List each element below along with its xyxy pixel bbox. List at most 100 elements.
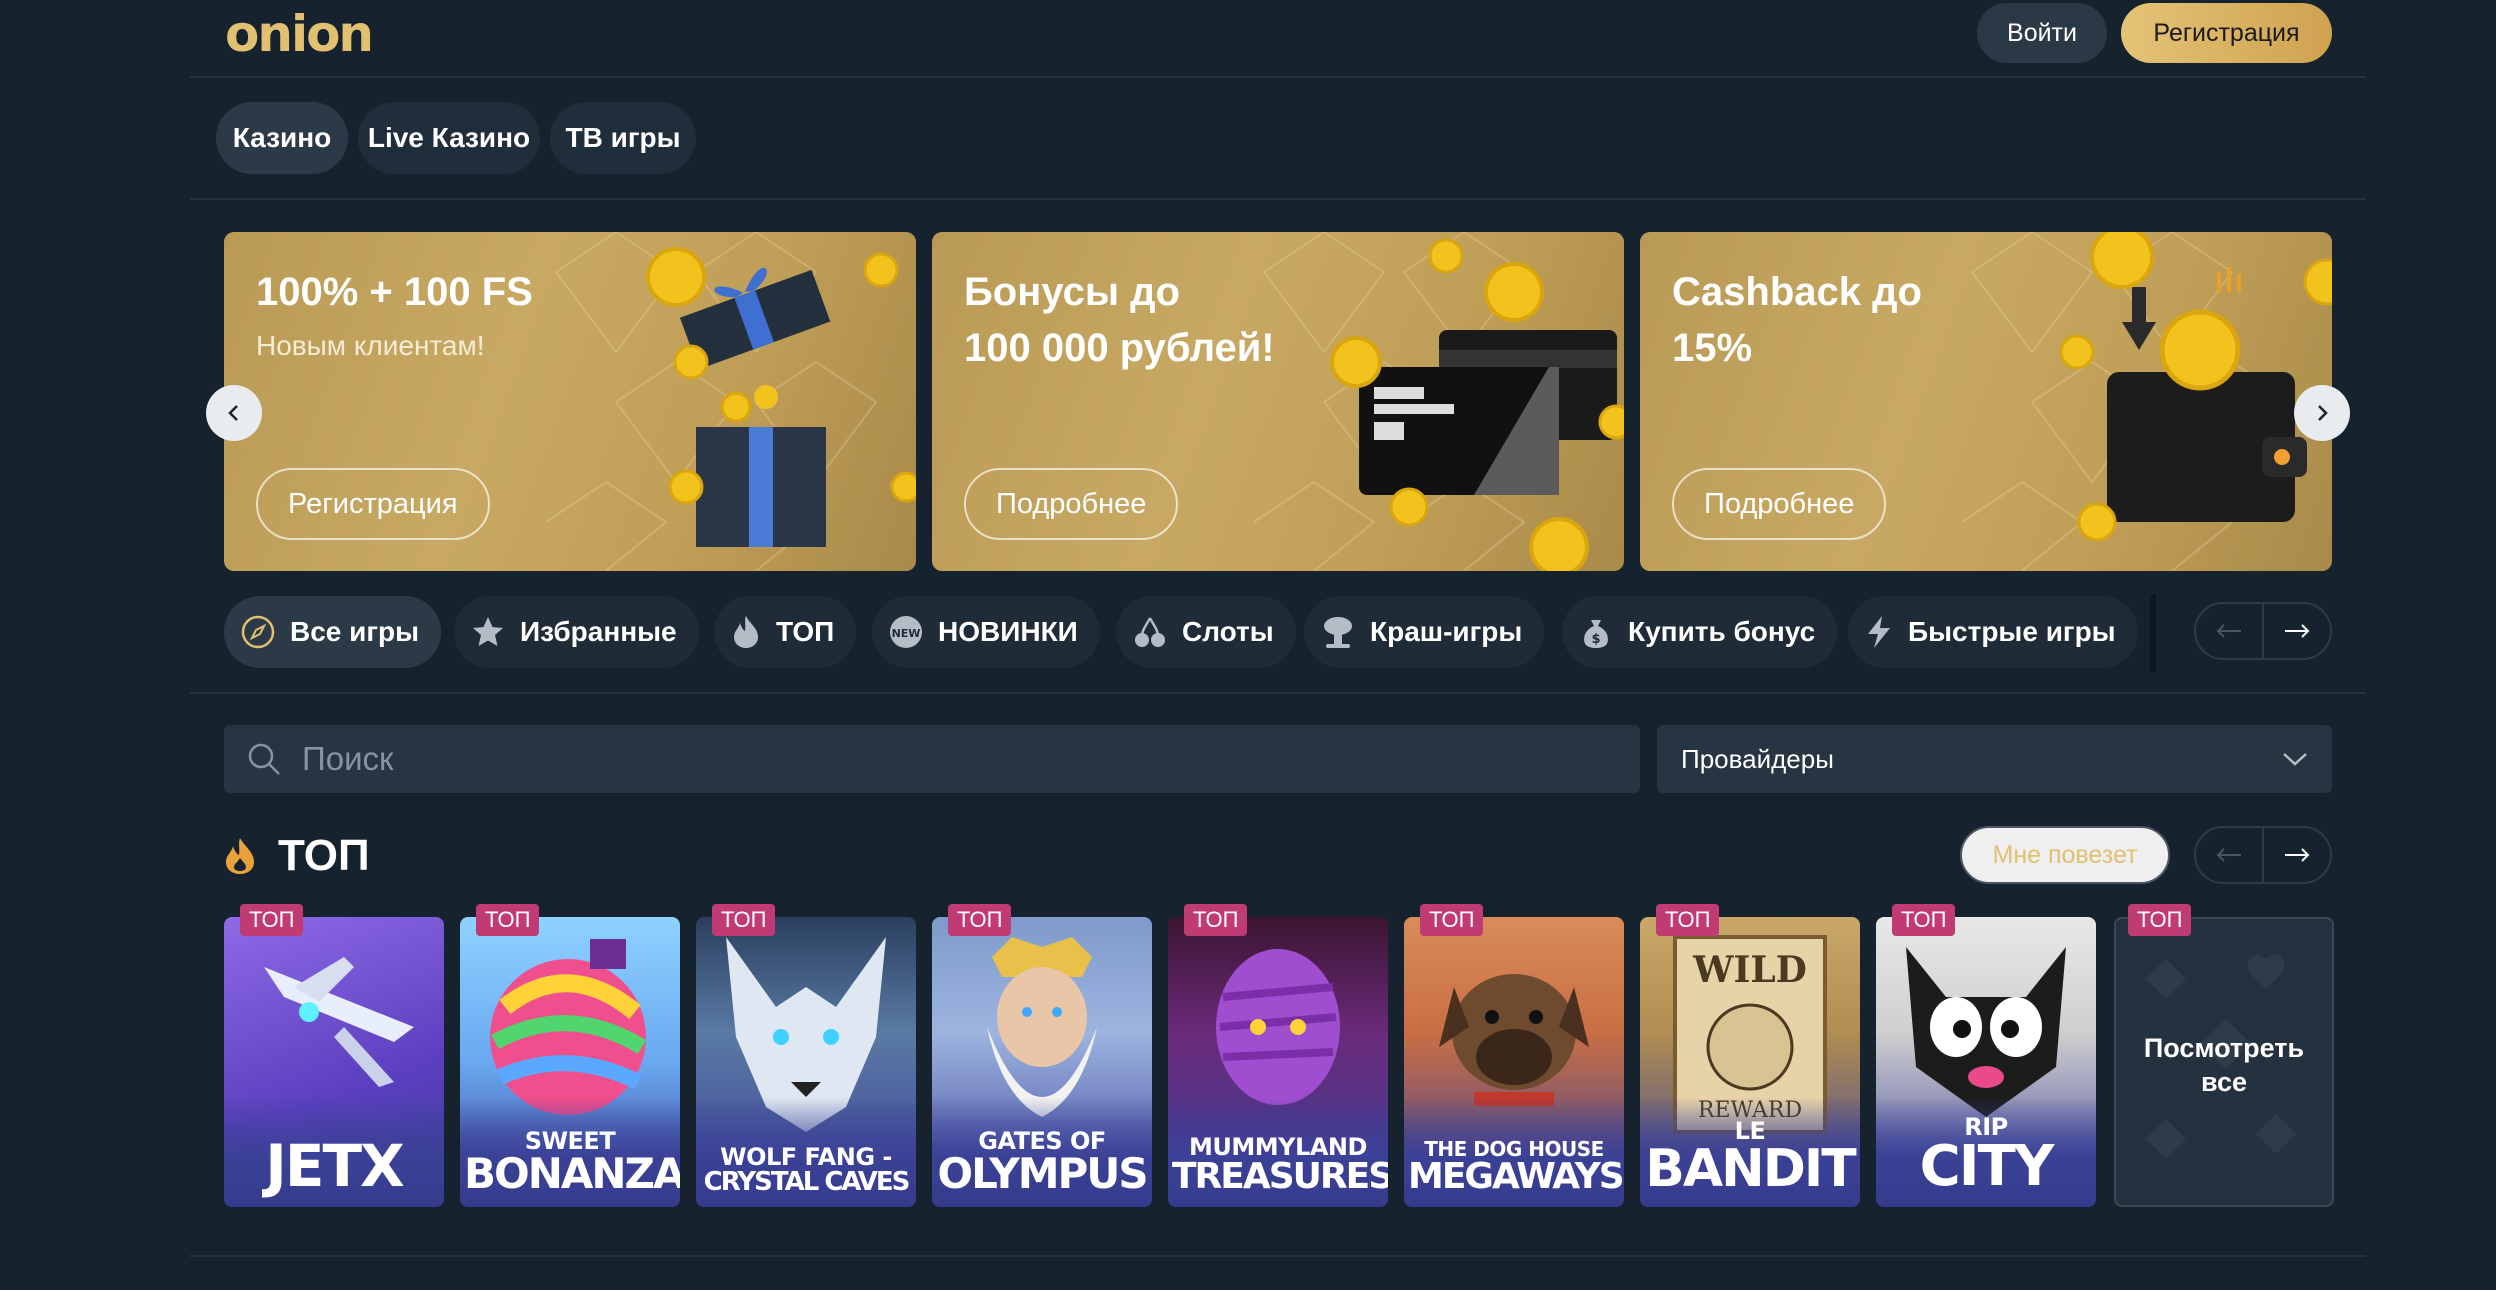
category-bar: Все игры Избранные ТОП NEW НОВИНКИ Слоты… (190, 590, 2366, 694)
divider (190, 1255, 2366, 1257)
game-tile[interactable]: THE DOG HOUSE MEGAWAYS (1404, 917, 1624, 1207)
category-top[interactable]: ТОП (714, 596, 857, 668)
tab-tv-games[interactable]: ТВ игры (550, 102, 696, 174)
banner-subtitle: Новым клиентам! (256, 330, 485, 361)
game-tile[interactable]: JETX (224, 917, 444, 1207)
star-icon (473, 617, 503, 646)
chevron-left-icon (228, 405, 238, 421)
games-scroll-controls (2194, 826, 2332, 884)
tab-live-casino[interactable]: Live Казино (358, 102, 540, 174)
category-next-button[interactable] (2264, 604, 2330, 658)
banner-title: Cashback до 15% (1672, 270, 1922, 370)
search-icon (248, 743, 280, 775)
top-tabs: Казино Live Казино ТВ игры (190, 78, 2366, 200)
banner-welcome[interactable]: 100% + 100 FS Новым клиентам! Регистраци… (224, 232, 916, 571)
game-tile[interactable]: GATES OF OLYMPUS (932, 917, 1152, 1207)
category-label: Быстрые игры (1908, 616, 2116, 647)
section-title-text: ТОП (278, 831, 370, 880)
svg-text:NEW: NEW (892, 627, 921, 640)
carousel-prev-button[interactable] (206, 385, 262, 441)
wallet-icon (2059, 232, 2332, 542)
top-badge: ТОП (2128, 904, 2192, 936)
explosion-icon (1324, 617, 1352, 648)
arrow-right-icon (2285, 624, 2310, 638)
game-title: LE BANDIT (1645, 1117, 1856, 1199)
category-label: Купить бонус (1628, 616, 1816, 647)
top-badge: ТОП (476, 904, 540, 936)
banner-cashback[interactable]: Cashback до 15% Подробнее (1640, 232, 2332, 571)
cards-icon (1330, 238, 1624, 571)
game-tile[interactable]: WOLF FANG - CRYSTAL CAVES (696, 917, 916, 1207)
category-all-games[interactable]: Все игры (224, 596, 442, 668)
section-title: ТОП (224, 822, 370, 890)
providers-label: Провайдеры (1681, 743, 1834, 774)
view-all-tile[interactable]: Посмотреть все (2114, 917, 2334, 1207)
games-next-button[interactable] (2264, 828, 2330, 882)
banner-register-button[interactable]: Регистрация (256, 468, 490, 540)
chevron-right-icon (2318, 405, 2328, 421)
top-badge: ТОП (240, 904, 304, 936)
top-badge: ТОП (712, 904, 776, 936)
cherry-icon (1135, 617, 1165, 647)
top-badge: ТОП (1184, 904, 1248, 936)
game-title: SWEET BONANZA (464, 1127, 680, 1198)
game-tile[interactable]: WILDREWARD LEBANDIT (1640, 917, 1860, 1207)
game-title: RIP CITY (1919, 1113, 2055, 1199)
banner-title: 100% + 100 FS (256, 270, 533, 314)
category-favorites[interactable]: Избранные (454, 596, 699, 668)
banner-title: Бонусы до 100 000 рублей! (964, 270, 1275, 370)
arrow-left-icon (2216, 624, 2241, 638)
category-scroll-edge (2150, 594, 2156, 672)
page: onion Войти Регистрация Казино Live Кази… (190, 0, 2366, 1290)
top-badge: ТОП (1892, 904, 1956, 936)
category-scroll-controls (2194, 602, 2332, 660)
logo-text: onion (225, 5, 374, 63)
category-crash-games[interactable]: Краш-игры (1304, 596, 1545, 668)
banner-more-button[interactable]: Подробнее (964, 468, 1179, 540)
category-label: НОВИНКИ (938, 616, 1078, 647)
login-button[interactable]: Войти (1977, 3, 2107, 63)
money-bag-icon: $ (1584, 620, 1608, 648)
category-fast-games[interactable]: Быстрые игры (1848, 596, 2138, 668)
chevron-down-icon (2283, 753, 2307, 766)
view-all-label: Посмотреть все (2143, 1033, 2305, 1097)
gift-icon (646, 247, 916, 547)
header: onion Войти Регистрация (190, 0, 2366, 78)
arrow-right-icon (2285, 848, 2310, 862)
search-bar (224, 725, 1640, 793)
arrow-left-icon (2216, 848, 2241, 862)
logo[interactable]: onion (225, 5, 374, 63)
top-badge: ТОП (1420, 904, 1484, 936)
game-title: JETX (265, 1132, 404, 1200)
carousel-next-button[interactable] (2294, 385, 2350, 441)
category-label: Все игры (290, 616, 420, 647)
category-prev-button[interactable] (2196, 604, 2262, 658)
game-tile[interactable]: SWEET BONANZA (460, 917, 680, 1207)
category-label: Краш-игры (1370, 616, 1523, 647)
svg-text:$: $ (1591, 632, 1600, 647)
lucky-button[interactable]: Мне повезет (1960, 826, 2170, 884)
register-button[interactable]: Регистрация (2121, 3, 2332, 63)
category-new[interactable]: NEW НОВИНКИ (872, 596, 1100, 668)
banner-bonuses[interactable]: Бонусы до 100 000 рублей! Подробнее (932, 232, 1624, 571)
fire-icon (226, 838, 254, 874)
category-label: Слоты (1182, 616, 1274, 647)
top-badge: ТОП (1656, 904, 1720, 936)
category-buy-bonus[interactable]: $ Купить бонус (1562, 596, 1838, 668)
banner-more-button[interactable]: Подробнее (1672, 468, 1887, 540)
category-slots[interactable]: Слоты (1116, 596, 1296, 668)
top-badge: ТОП (948, 904, 1012, 936)
game-tile[interactable]: RIP CITY (1876, 917, 2096, 1207)
lightning-icon (1868, 616, 1890, 648)
svg-text:WILD: WILD (1692, 949, 1807, 991)
tab-casino[interactable]: Казино (216, 102, 348, 174)
games-prev-button[interactable] (2196, 828, 2262, 882)
game-title: GATES OF OLYMPUS (937, 1127, 1148, 1198)
fire-icon (734, 616, 758, 648)
search-input[interactable] (302, 740, 1602, 778)
category-label: ТОП (776, 616, 835, 647)
compass-icon (241, 615, 275, 649)
game-tile[interactable]: MUMMYLAND TREASURES (1168, 917, 1388, 1207)
providers-dropdown[interactable]: Провайдеры (1657, 725, 2332, 793)
game-title: THE DOG HOUSE MEGAWAYS (1408, 1137, 1624, 1197)
